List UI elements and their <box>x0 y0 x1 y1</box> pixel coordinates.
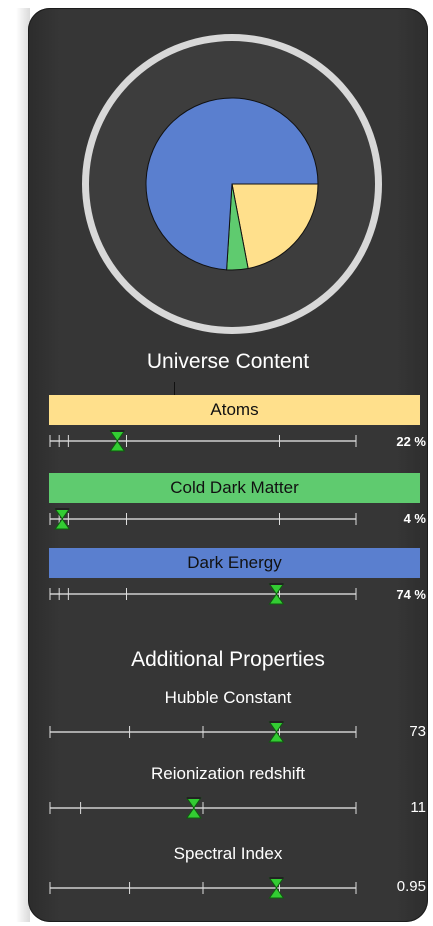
reionization-redshift-value: 11 <box>410 799 426 816</box>
atoms-slider-track-svg[interactable] <box>46 429 366 453</box>
dark-energy-slider-track-svg[interactable] <box>46 582 366 606</box>
additional-properties-title: Additional Properties <box>131 648 325 671</box>
spectral-index-value: 0.95 <box>396 878 426 895</box>
universe-content-title: Universe Content <box>146 350 310 373</box>
atoms-slider[interactable] <box>46 429 366 453</box>
hubble-constant-label: Hubble Constant <box>164 688 292 707</box>
dark-energy-bar: Dark Energy <box>49 548 420 578</box>
reionization-redshift-slider-track-svg[interactable] <box>46 796 366 820</box>
spectral-index-label: Spectral Index <box>173 844 283 863</box>
dark-energy-slider[interactable] <box>46 582 366 606</box>
hubble-constant-value: 73 <box>409 723 426 740</box>
cold-dark-matter-bar: Cold Dark Matter <box>49 473 420 503</box>
reionization-redshift-slider[interactable] <box>46 796 366 820</box>
cold-dark-matter-slider-track-svg[interactable] <box>46 507 366 531</box>
reionization-redshift-label: Reionization redshift <box>150 764 306 783</box>
universe-panel: Universe Content Atoms 22 % Cold Dark Ma… <box>28 8 428 922</box>
universe-pie-chart <box>80 32 384 336</box>
hubble-constant-slider[interactable] <box>46 720 366 744</box>
cold-dark-matter-value: 4 % <box>403 511 426 526</box>
cold-dark-matter-label: Cold Dark Matter <box>170 478 299 497</box>
atoms-bar: Atoms <box>49 395 420 425</box>
spectral-index-slider[interactable] <box>46 876 366 900</box>
atoms-label: Atoms <box>210 400 259 419</box>
cold-dark-matter-slider[interactable] <box>46 507 366 531</box>
spectral-index-slider-track-svg[interactable] <box>46 876 366 900</box>
hubble-constant-slider-track-svg[interactable] <box>46 720 366 744</box>
dark-energy-label: Dark Energy <box>187 553 282 572</box>
atoms-value: 22 % <box>396 434 426 449</box>
pie-svg <box>82 34 382 334</box>
dark-energy-value: 74 % <box>396 587 426 602</box>
